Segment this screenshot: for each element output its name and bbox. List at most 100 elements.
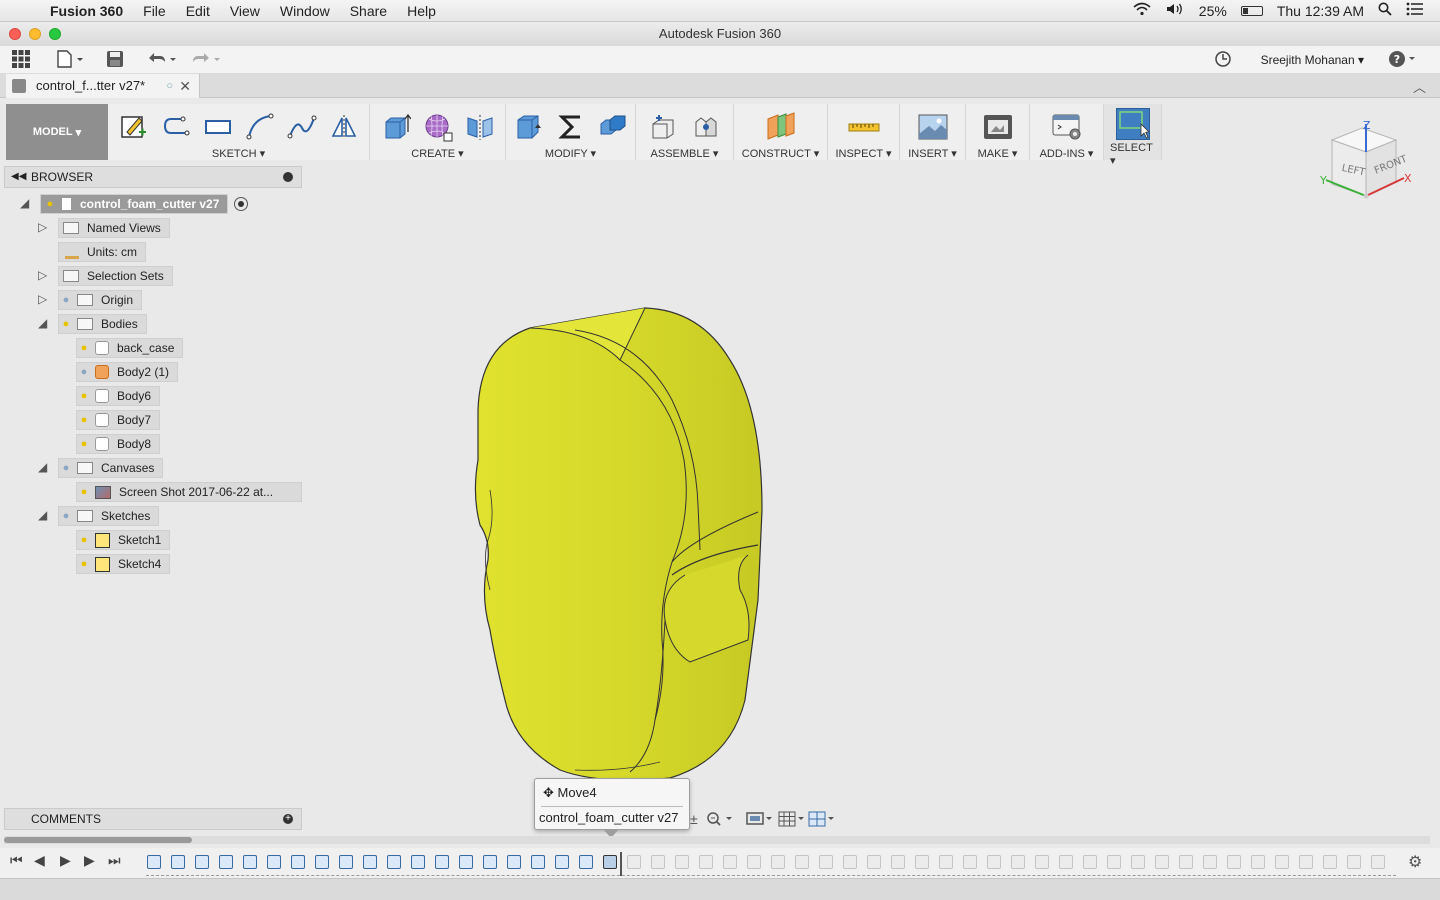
- timeline-feature-suppressed[interactable]: [1299, 855, 1313, 869]
- collapse-tabs-chevron-icon[interactable]: ︿: [1413, 77, 1426, 96]
- expand-triangle-icon[interactable]: ◢: [38, 316, 47, 330]
- create-sketch-icon[interactable]: [117, 111, 151, 143]
- display-settings-icon[interactable]: [746, 811, 774, 830]
- timeline-feature[interactable]: [195, 855, 209, 869]
- 3d-print-icon[interactable]: [981, 111, 1015, 143]
- spotlight-icon[interactable]: [1378, 2, 1392, 19]
- timeline-feature-suppressed[interactable]: [1011, 855, 1025, 869]
- measure-icon[interactable]: [847, 111, 881, 143]
- play-icon[interactable]: ▶: [60, 852, 71, 869]
- timeline-feature-suppressed[interactable]: [627, 855, 641, 869]
- tree-item-bodies[interactable]: ◢ ● Bodies: [38, 314, 147, 334]
- visibility-bulb-icon[interactable]: ●: [77, 340, 91, 356]
- help-icon[interactable]: ?: [1388, 50, 1418, 73]
- tree-item-sketches[interactable]: ◢ ● Sketches: [38, 506, 160, 526]
- timeline-feature-suppressed[interactable]: [1227, 855, 1241, 869]
- timeline-feature-suppressed[interactable]: [1323, 855, 1337, 869]
- select-group[interactable]: SELECT ▾: [1104, 104, 1162, 167]
- clock[interactable]: Thu 12:39 AM: [1277, 3, 1364, 19]
- extrude-icon[interactable]: [379, 111, 413, 143]
- wifi-icon[interactable]: [1133, 2, 1151, 19]
- timeline-feature-suppressed[interactable]: [1059, 855, 1073, 869]
- timeline-feature[interactable]: [459, 855, 473, 869]
- timeline-feature[interactable]: [267, 855, 281, 869]
- timeline-feature-suppressed[interactable]: [819, 855, 833, 869]
- timeline-feature-suppressed[interactable]: [1179, 855, 1193, 869]
- timeline-feature-suppressed[interactable]: [675, 855, 689, 869]
- browser-panel-header[interactable]: ◀◀ BROWSER: [4, 166, 302, 188]
- timeline-settings-gear-icon[interactable]: ⚙: [1408, 852, 1422, 872]
- timeline-feature-suppressed[interactable]: [795, 855, 809, 869]
- tree-item-body2[interactable]: ● Body2 (1): [76, 362, 179, 382]
- insert-image-icon[interactable]: [916, 111, 950, 143]
- menu-edit[interactable]: Edit: [176, 3, 220, 19]
- timeline-feature-move4[interactable]: [603, 855, 617, 869]
- tree-item-units[interactable]: Units: cm: [58, 242, 147, 262]
- tree-item-body6[interactable]: ● Body6: [76, 386, 161, 406]
- model-body-3d[interactable]: [460, 300, 780, 785]
- timeline-feature-suppressed[interactable]: [771, 855, 785, 869]
- menu-app-name[interactable]: Fusion 360: [40, 3, 133, 19]
- visibility-bulb-icon[interactable]: ●: [59, 316, 73, 332]
- timeline-feature[interactable]: [531, 855, 545, 869]
- collapsed-triangle-icon[interactable]: ▷: [38, 220, 47, 234]
- job-status-clock-icon[interactable]: [1214, 50, 1232, 73]
- horizontal-scrollbar[interactable]: [4, 836, 1430, 844]
- undo-icon[interactable]: [146, 50, 178, 73]
- go-to-end-icon[interactable]: ⏭: [108, 852, 121, 869]
- battery-icon[interactable]: [1240, 5, 1263, 16]
- notification-center-icon[interactable]: [1406, 2, 1424, 19]
- assemble-group[interactable]: ASSEMBLE ▾: [636, 104, 734, 160]
- timeline-feature[interactable]: [243, 855, 257, 869]
- timeline-feature-suppressed[interactable]: [699, 855, 713, 869]
- timeline-feature[interactable]: [411, 855, 425, 869]
- visibility-bulb-icon[interactable]: ●: [77, 484, 91, 500]
- tree-item-origin[interactable]: ▷ ● Origin: [38, 290, 143, 310]
- timeline-feature-suppressed[interactable]: [987, 855, 1001, 869]
- timeline-feature-suppressed[interactable]: [891, 855, 905, 869]
- expand-triangle-icon[interactable]: ◢: [20, 196, 29, 210]
- timeline-feature[interactable]: [219, 855, 233, 869]
- timeline-marker[interactable]: [620, 852, 622, 876]
- form-icon[interactable]: [421, 111, 455, 143]
- timeline-feature-suppressed[interactable]: [915, 855, 929, 869]
- addins-group[interactable]: ADD-INS ▾: [1030, 104, 1104, 160]
- timeline-feature[interactable]: [387, 855, 401, 869]
- timeline-feature-suppressed[interactable]: [1371, 855, 1385, 869]
- visibility-bulb-icon[interactable]: ●: [59, 292, 73, 308]
- timeline-feature-suppressed[interactable]: [1275, 855, 1289, 869]
- expand-triangle-icon[interactable]: ◢: [38, 508, 47, 522]
- zoom-icon[interactable]: [706, 811, 734, 830]
- timeline-feature[interactable]: [339, 855, 353, 869]
- grid-settings-icon[interactable]: [778, 811, 806, 830]
- line-icon[interactable]: [159, 111, 193, 143]
- timeline-feature-suppressed[interactable]: [867, 855, 881, 869]
- close-tab-icon[interactable]: ✕: [179, 74, 191, 98]
- joint-icon[interactable]: [689, 111, 723, 143]
- view-cube[interactable]: LEFT FRONT Z X Y: [1318, 118, 1414, 208]
- visibility-bulb-icon[interactable]: ●: [77, 556, 91, 572]
- sketch-group[interactable]: SKETCH ▾: [108, 104, 370, 160]
- timeline-feature-suppressed[interactable]: [651, 855, 665, 869]
- pan-partial-icon[interactable]: ±: [690, 811, 698, 827]
- visibility-bulb-icon[interactable]: ●: [59, 460, 73, 476]
- timeline-feature[interactable]: [483, 855, 497, 869]
- tree-item-sketch4[interactable]: ● Sketch4: [76, 554, 171, 574]
- select-icon[interactable]: [1115, 108, 1150, 140]
- tree-item-back-case[interactable]: ● back_case: [76, 338, 184, 358]
- visibility-bulb-icon[interactable]: ●: [43, 196, 57, 212]
- timeline-feature-suppressed[interactable]: [963, 855, 977, 869]
- offset-plane-icon[interactable]: [764, 111, 798, 143]
- document-tab[interactable]: control_f...tter v27* ○ ✕: [6, 74, 200, 98]
- step-back-icon[interactable]: ◀: [34, 852, 45, 869]
- scrollbar-thumb[interactable]: [4, 837, 192, 843]
- tree-item-body8[interactable]: ● Body8: [76, 434, 161, 454]
- zoom-window-button[interactable]: [49, 28, 61, 40]
- timeline-feature[interactable]: [435, 855, 449, 869]
- data-panel-grid-icon[interactable]: [12, 50, 30, 73]
- parameters-sigma-icon[interactable]: [554, 111, 588, 143]
- scripts-addins-icon[interactable]: [1050, 111, 1084, 143]
- combine-icon[interactable]: [596, 111, 630, 143]
- close-window-button[interactable]: [9, 28, 21, 40]
- redo-icon[interactable]: [190, 50, 222, 73]
